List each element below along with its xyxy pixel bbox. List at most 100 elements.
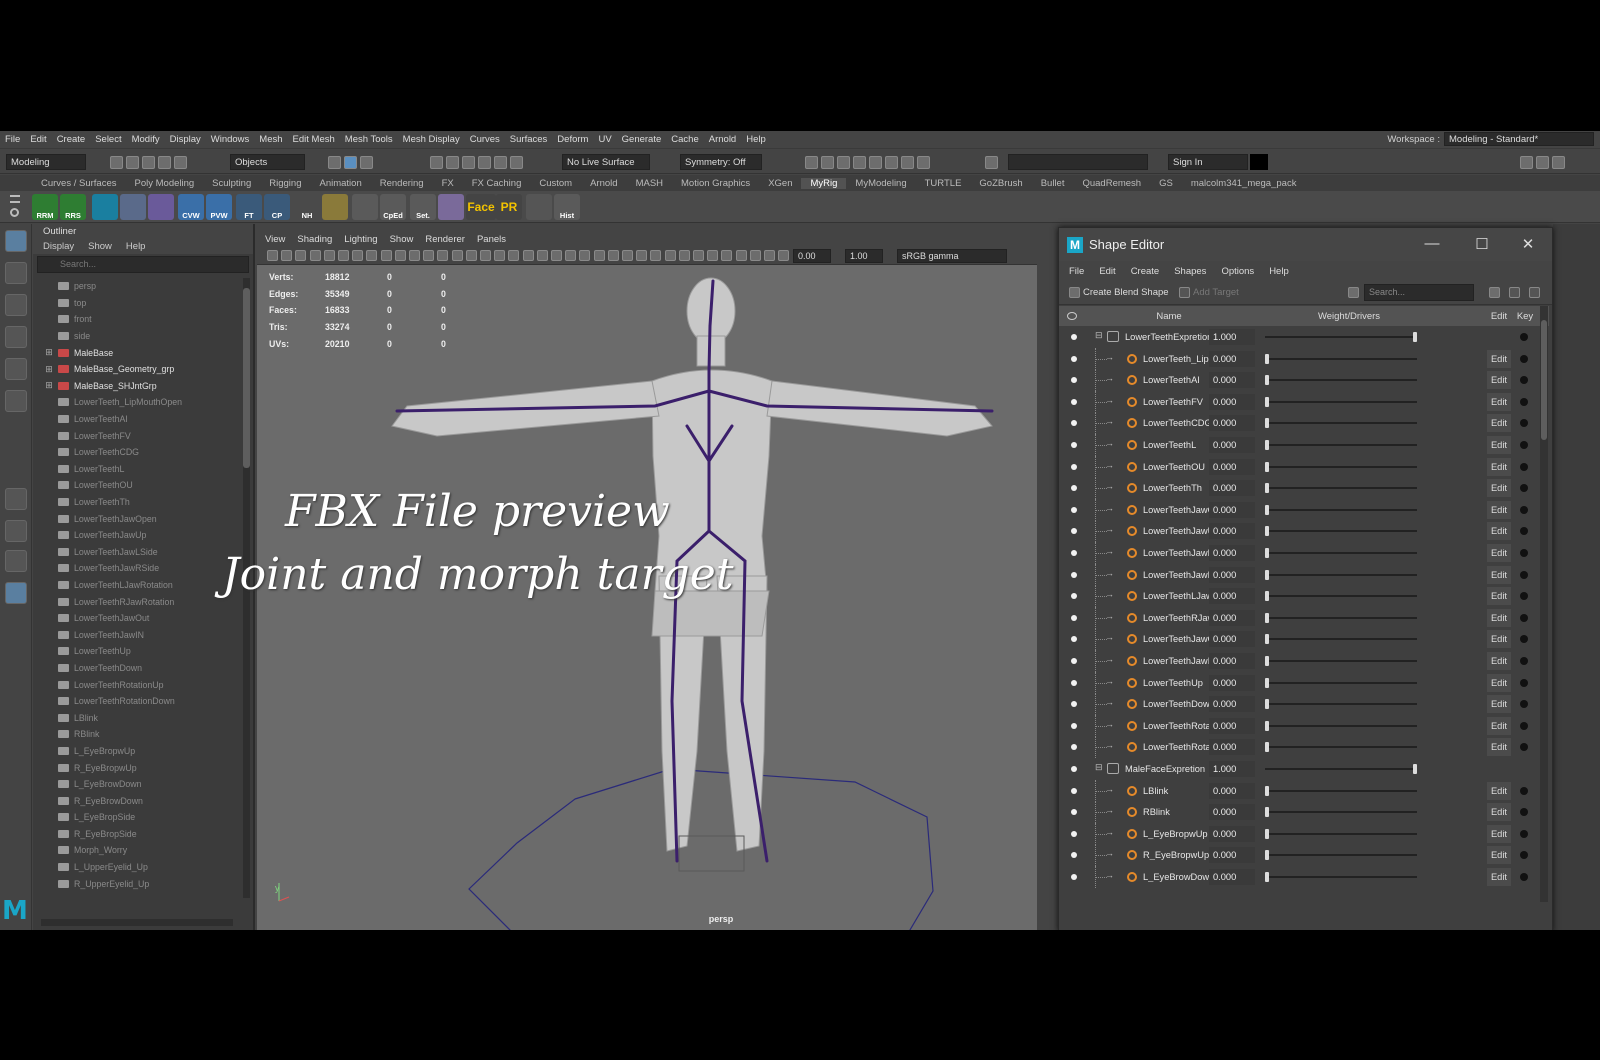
weight-slider-track[interactable] — [1265, 508, 1417, 511]
key-icon[interactable] — [1520, 592, 1528, 601]
weight-slider-handle[interactable] — [1413, 764, 1417, 774]
shelf-button-face[interactable]: Face — [466, 194, 496, 220]
visibility-toggle-icon[interactable] — [1071, 852, 1077, 859]
menu-modify[interactable]: Modify — [127, 134, 165, 145]
visibility-toggle-icon[interactable] — [1071, 809, 1077, 816]
weight-value-field[interactable]: 0.000 — [1209, 523, 1255, 540]
pause-icon[interactable] — [917, 155, 930, 169]
minimize-icon[interactable]: — — [1422, 235, 1442, 252]
weight-slider-handle[interactable] — [1413, 332, 1417, 342]
shape-editor-menu-create[interactable]: Create — [1131, 266, 1160, 277]
weight-slider-track[interactable] — [1265, 573, 1417, 576]
shelf-tab-rigging[interactable]: Rigging — [260, 178, 310, 189]
shelf-button-rrs[interactable]: RRS — [60, 194, 86, 220]
target-name[interactable]: LowerTeethCDG — [1143, 418, 1209, 428]
lasso-tool-icon[interactable] — [5, 262, 27, 284]
edit-button[interactable]: Edit — [1487, 652, 1511, 670]
menu-deform[interactable]: Deform — [552, 134, 593, 145]
target-name[interactable]: LowerTeeth_LipMouthOpen — [1143, 354, 1209, 364]
undo-icon[interactable] — [158, 155, 171, 169]
four-view-layout-icon[interactable] — [5, 520, 27, 542]
weight-value-field[interactable]: 0.000 — [1209, 869, 1255, 885]
outliner-layout-icon[interactable] — [5, 582, 27, 604]
edit-button[interactable]: Edit — [1487, 846, 1511, 865]
weight-slider-handle[interactable] — [1265, 677, 1269, 688]
input-line-field[interactable] — [1008, 154, 1148, 170]
weight-slider-track[interactable] — [1265, 400, 1417, 403]
edit-button[interactable]: Edit — [1487, 349, 1511, 368]
target-name[interactable]: LowerTeethOU — [1143, 462, 1209, 472]
outliner-item[interactable]: RBlink — [33, 726, 243, 743]
shelf-button-pvw[interactable]: PVW — [206, 194, 232, 220]
outliner-item[interactable]: LowerTeethJawOpen — [33, 510, 243, 527]
shelf-tab-curves-surfaces[interactable]: Curves / Surfaces — [32, 178, 126, 189]
select-hierarchy-icon[interactable] — [328, 155, 341, 169]
key-icon[interactable] — [1520, 613, 1528, 622]
shelf-button-cvw[interactable]: CVW — [178, 194, 204, 220]
outliner-item[interactable]: LowerTeethLJawRotation — [33, 577, 243, 594]
outliner-item[interactable]: LowerTeethJawRSide — [33, 560, 243, 577]
weight-value-field[interactable]: 1.000 — [1209, 761, 1255, 777]
weight-value-field[interactable]: 0.000 — [1209, 501, 1255, 518]
weight-value-field[interactable]: 0.000 — [1209, 609, 1255, 626]
edit-button[interactable]: Edit — [1487, 414, 1511, 433]
weight-slider-handle[interactable] — [1265, 828, 1269, 839]
outliner-item[interactable]: LowerTeethJawUp — [33, 527, 243, 544]
shelf-tab-gozbrush[interactable]: GoZBrush — [970, 178, 1031, 189]
weight-slider-track[interactable] — [1265, 487, 1417, 490]
target-name[interactable]: LowerTeethJawRSide — [1143, 570, 1209, 580]
key-icon[interactable] — [1520, 549, 1528, 557]
weight-slider-handle[interactable] — [1265, 375, 1269, 386]
outliner-search-input[interactable]: Search... — [37, 256, 249, 273]
weight-column-header[interactable]: Weight/Drivers — [1279, 311, 1419, 322]
sign-in-button[interactable]: Sign In — [1168, 154, 1248, 170]
scale-tool-icon[interactable] — [5, 390, 27, 412]
menu-mesh-tools[interactable]: Mesh Tools — [340, 134, 398, 145]
weight-slider-handle[interactable] — [1265, 440, 1269, 450]
outliner-item[interactable]: R_EyeBrowDown — [33, 792, 243, 809]
outliner-item[interactable]: LowerTeethDown — [33, 660, 243, 677]
visibility-toggle-icon[interactable] — [1071, 787, 1077, 794]
outliner-item[interactable]: LBlink — [33, 709, 243, 726]
menu-generate[interactable]: Generate — [617, 134, 667, 145]
weight-value-field[interactable]: 0.000 — [1209, 717, 1255, 734]
visibility-toggle-icon[interactable] — [1071, 593, 1077, 600]
shape-editor-scrollbar[interactable] — [1540, 306, 1548, 902]
outliner-item[interactable]: LowerTeethJawIN — [33, 626, 243, 643]
weight-slider-handle[interactable] — [1265, 504, 1269, 515]
open-scene-icon[interactable] — [126, 155, 139, 169]
weight-value-field[interactable]: 0.000 — [1209, 782, 1255, 799]
shelf-button-pr[interactable]: PR — [496, 194, 522, 220]
shape-editor-menu-help[interactable]: Help — [1269, 266, 1289, 277]
visibility-toggle-icon[interactable] — [1071, 377, 1077, 384]
shelf-tab-malcolm341-mega-pack[interactable]: malcolm341_mega_pack — [1182, 178, 1306, 189]
target-name[interactable]: LowerTeethJawUp — [1143, 526, 1209, 536]
edit-button[interactable]: Edit — [1487, 565, 1511, 584]
target-name[interactable]: LowerTeethUp — [1143, 678, 1209, 688]
weight-slider-handle[interactable] — [1265, 612, 1269, 623]
save-scene-icon[interactable] — [142, 155, 155, 169]
outliner-item[interactable]: side — [33, 328, 243, 345]
visibility-toggle-icon[interactable] — [1071, 874, 1077, 880]
edit-button[interactable]: Edit — [1487, 781, 1511, 800]
shelf-button-tool-14[interactable] — [438, 194, 464, 220]
new-folder-icon[interactable] — [1485, 284, 1507, 301]
weight-value-field[interactable]: 0.000 — [1209, 545, 1255, 561]
edit-button[interactable]: Edit — [1487, 392, 1511, 411]
redo-icon[interactable] — [174, 155, 187, 169]
key-icon[interactable] — [1520, 505, 1528, 514]
outliner-item[interactable]: R_UpperEyelid_Up — [33, 875, 243, 892]
key-icon[interactable] — [1520, 441, 1528, 449]
shape-editor-menu-edit[interactable]: Edit — [1099, 266, 1115, 277]
move-tool-icon[interactable] — [5, 326, 27, 348]
maximize-icon[interactable]: ☐ — [1472, 235, 1492, 253]
edit-button[interactable]: Edit — [1487, 673, 1511, 692]
shelf-button-tool-3[interactable] — [120, 194, 146, 220]
visibility-toggle-icon[interactable] — [1071, 334, 1077, 340]
add-target-button[interactable]: Add Target — [1175, 284, 1243, 301]
menu-surfaces[interactable]: Surfaces — [505, 134, 553, 145]
key-icon[interactable] — [1520, 527, 1528, 536]
outliner-item[interactable]: LowerTeethRotationDown — [33, 693, 243, 710]
weight-slider-track[interactable] — [1265, 854, 1417, 857]
target-name[interactable]: LowerTeethLJawRotation — [1143, 591, 1209, 601]
